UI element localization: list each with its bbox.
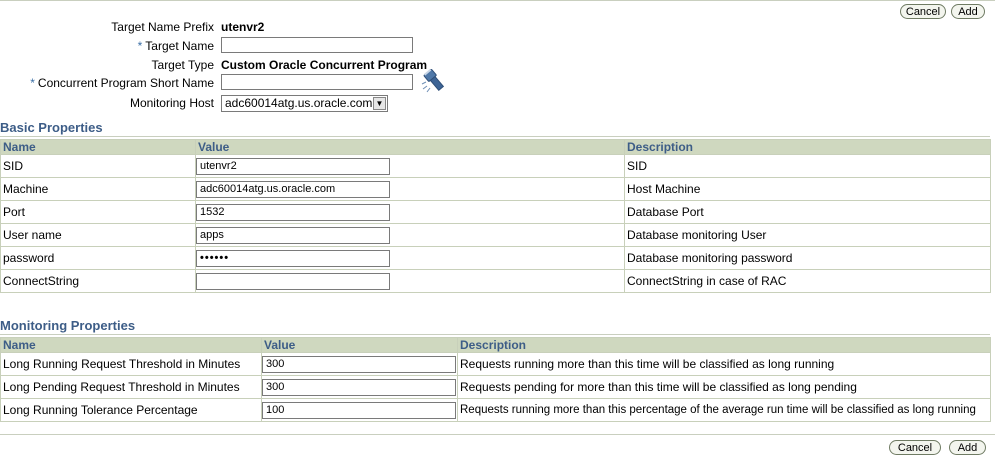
property-description: Host Machine — [624, 177, 991, 201]
column-header-description: Description — [457, 337, 991, 353]
property-name: Long Running Tolerance Percentage — [0, 398, 262, 422]
column-header-description: Description — [624, 139, 991, 155]
table-row: Machine Host Machine — [0, 177, 991, 201]
program-short-name-label: * Concurrent Program Short Name — [30, 76, 214, 90]
monitoring-properties-title: Monitoring Properties — [0, 318, 136, 333]
flashlight-icon[interactable] — [420, 66, 448, 94]
cancel-button-bottom[interactable]: Cancel — [889, 440, 941, 455]
section-divider — [0, 334, 990, 335]
basic-properties-title: Basic Properties — [0, 120, 103, 135]
machine-input[interactable] — [196, 180, 390, 198]
table-row: Long Pending Request Threshold in Minute… — [0, 375, 991, 399]
target-name-input[interactable] — [221, 37, 413, 53]
property-name: password — [0, 246, 196, 270]
property-description: Requests running more than this percenta… — [457, 398, 991, 422]
top-divider — [0, 0, 995, 1]
table-row: Long Running Tolerance Percentage Reques… — [0, 398, 991, 422]
target-name-prefix-value: utenvr2 — [221, 20, 265, 34]
table-row: Port Database Port — [0, 200, 991, 224]
property-description: ConnectString in case of RAC — [624, 269, 991, 293]
section-divider — [0, 136, 990, 137]
chevron-down-icon[interactable]: ▼ — [373, 97, 386, 110]
bottom-divider — [0, 434, 995, 435]
property-description: SID — [624, 154, 991, 178]
monitoring-properties-table: Name Value Description Long Running Requ… — [0, 337, 991, 422]
tolerance-percentage-input[interactable] — [262, 401, 456, 419]
property-description: Requests running more than this time wil… — [457, 352, 991, 376]
property-name: Long Running Request Threshold in Minute… — [0, 352, 262, 376]
add-button-top[interactable]: Add — [951, 4, 985, 19]
table-row: SID SID — [0, 154, 991, 178]
property-description: Database monitoring User — [624, 223, 991, 247]
password-input[interactable] — [196, 249, 390, 267]
property-description: Requests pending for more than this time… — [457, 375, 991, 399]
table-row: User name Database monitoring User — [0, 223, 991, 247]
connect-string-input[interactable] — [196, 272, 390, 290]
property-description: Database Port — [624, 200, 991, 224]
target-type-value: Custom Oracle Concurrent Program — [221, 58, 428, 72]
long-pending-threshold-input[interactable] — [262, 378, 456, 396]
port-input[interactable] — [196, 203, 390, 221]
property-name: Machine — [0, 177, 196, 201]
required-marker: * — [30, 76, 35, 90]
add-button-bottom[interactable]: Add — [949, 440, 986, 455]
monitoring-host-label: Monitoring Host — [129, 96, 214, 110]
column-header-value: Value — [195, 139, 625, 155]
property-name: ConnectString — [0, 269, 196, 293]
table-row: Long Running Request Threshold in Minute… — [0, 352, 991, 376]
target-type-label: Target Type — [151, 58, 214, 72]
basic-properties-table: Name Value Description SID SID Machine H… — [0, 139, 991, 293]
column-header-value: Value — [261, 337, 458, 353]
column-header-name: Name — [0, 139, 196, 155]
cancel-button-top[interactable]: Cancel — [900, 4, 946, 19]
target-name-label: * Target Name — [137, 39, 214, 53]
required-marker: * — [137, 39, 143, 53]
long-running-threshold-input[interactable] — [262, 355, 456, 373]
user-name-input[interactable] — [196, 226, 390, 244]
table-row: ConnectString ConnectString in case of R… — [0, 269, 991, 293]
property-name: SID — [0, 154, 196, 178]
monitoring-host-select[interactable]: adc60014atg.us.oracle.com ▼ — [221, 95, 388, 112]
program-short-name-input[interactable] — [221, 74, 413, 90]
table-row: password Database monitoring password — [0, 246, 991, 270]
monitoring-host-value: adc60014atg.us.oracle.com — [225, 96, 373, 110]
property-name: Long Pending Request Threshold in Minute… — [0, 375, 262, 399]
sid-input[interactable] — [196, 157, 390, 175]
target-name-prefix-label: Target Name Prefix — [111, 20, 214, 34]
property-name: User name — [0, 223, 196, 247]
property-description: Database monitoring password — [624, 246, 991, 270]
column-header-name: Name — [0, 337, 262, 353]
property-name: Port — [0, 200, 196, 224]
